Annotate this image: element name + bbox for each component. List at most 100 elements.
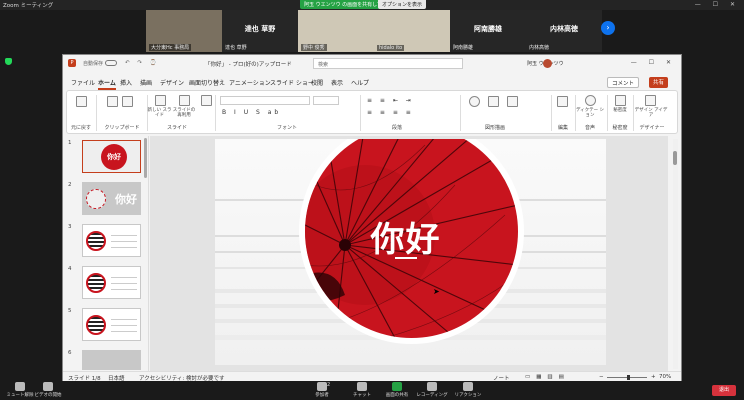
slide-number: 3 [68,224,72,230]
tab-file[interactable]: ファイル [71,78,95,87]
format-painter-icon[interactable] [122,96,133,107]
reuse-slide-button[interactable]: スライドの 再利用 [171,108,197,118]
start-video-button[interactable]: ビデオの開始 [28,382,68,398]
thumbnail-line [111,241,137,242]
sensitivity-icon[interactable] [615,95,626,106]
new-slide-icon[interactable] [155,95,166,106]
avatar[interactable] [543,59,552,68]
participant-label: 達也 草野 [225,45,247,51]
participant-tile[interactable]: 内林高徳 内林高徳 [526,10,602,52]
thumbnail-title: 你好 [107,153,121,161]
search-input[interactable]: 検索 [313,58,463,69]
sensitivity-button[interactable]: 秘密度 [608,108,632,113]
participant-tile[interactable]: 大分東Hc 事務局 [146,10,222,52]
zoom-slider-thumb[interactable] [627,375,630,380]
thumbnail-line [111,325,137,326]
view-buttons[interactable]: ▭▦▥▤ [525,374,570,380]
shapes-icon[interactable] [469,96,480,107]
thumbnail-dotted-circle [86,189,106,209]
slide-thumbnail[interactable]: 你好 [82,140,141,173]
ribbon-divider [96,95,97,131]
align-buttons[interactable]: ≡ ≡ ≡ ≡ [367,109,414,116]
quick-styles-icon[interactable] [507,96,518,107]
font-size-select[interactable] [313,96,339,105]
ppt-window-controls[interactable]: — ☐ ✕ [631,59,676,66]
thumbnail-scrollbar[interactable] [144,138,147,178]
shield-icon [5,58,12,65]
layout-icon[interactable] [201,95,212,106]
tab-view[interactable]: 表示 [331,78,343,87]
tab-draw[interactable]: 描画 [140,78,152,87]
comments-button[interactable]: コメント [607,77,640,88]
ribbon-divider [215,95,216,131]
file-name[interactable]: 「你好」 - プロ(好の)アップロード [205,60,292,68]
clipboard-group-label: クリップボード [104,125,140,131]
autosave-toggle[interactable] [105,60,117,66]
microphone-icon[interactable] [585,95,596,106]
participant-label: hidalo ito [377,45,405,51]
chat-button[interactable]: チャット [342,382,382,398]
arrange-icon[interactable] [488,96,499,107]
next-participants-button[interactable]: › [601,21,615,35]
view-options-button[interactable]: オプションを表示 [378,0,427,9]
participant-tile[interactable]: 野中 俊秀 [298,10,374,52]
scrollbar-thumb[interactable] [673,151,677,165]
slide-number: 1 [68,140,72,146]
participant-name: 内林高徳 [550,25,578,33]
share-button[interactable]: 共有 [649,77,669,88]
font-format-buttons[interactable]: B I U S ab [222,109,281,116]
tab-insert[interactable]: 挿入 [120,78,132,87]
participant-tile[interactable]: 阿南勝雄 阿南勝雄 [450,10,526,52]
tab-help[interactable]: ヘルプ [351,78,369,87]
designer-icon[interactable] [645,95,656,106]
design-ideas-button[interactable]: デザイン アイデア [634,108,668,118]
find-icon[interactable] [557,96,568,107]
participant-tile[interactable]: hidalo ito [374,10,450,52]
autosave-label: 自動保存 [83,61,104,67]
thumbnail-line [111,289,137,290]
chat-label: チャット [353,393,371,398]
dictation-button[interactable]: ディクテー ション [575,108,605,118]
slide-number: 4 [68,266,72,272]
tab-home[interactable]: ホーム [98,78,116,90]
slide-title[interactable]: 你好 [299,212,512,261]
slide-thumbnail[interactable] [82,308,141,341]
paste-icon[interactable] [107,96,118,107]
font-family-select[interactable] [220,96,310,105]
slide-title-box[interactable]: 你好 [299,139,512,332]
editor-scrollbar[interactable] [673,139,678,369]
powerpoint-window: P 自動保存 ↶ ↷ ⌚ 「你好」 - プロ(好の)アップロード 検索 阿玉 ウ… [62,54,682,382]
slide-thumbnail[interactable] [82,266,141,299]
slide-editor[interactable]: 你好 ➤ [150,136,668,371]
zoom-in-button[interactable]: + [651,374,656,380]
new-slide-button[interactable]: 新しい スライド [147,108,172,118]
participants-button[interactable]: 参加者 [302,382,342,398]
slide-thumbnails-pane[interactable]: 1 你好 2 你好 3 4 5 6 [63,136,149,371]
tab-transitions[interactable]: 画面切り替え [189,78,225,87]
participant-tile[interactable]: 達也 草野 達也 草野 [222,10,298,52]
reuse-slide-icon[interactable] [179,95,190,106]
zoom-out-button[interactable]: − [599,374,604,380]
quick-access-toolbar[interactable]: ↶ ↷ ⌚ [125,60,160,66]
tab-animations[interactable]: アニメーション [229,78,271,87]
list-buttons[interactable]: ≡ ≡ ⇤ ⇥ [367,97,414,104]
tab-slideshow[interactable]: スライド ショー [270,78,314,87]
microphone-muted-icon [15,382,25,391]
participants-icon [317,382,327,391]
zoom-level[interactable]: 70% [659,374,671,380]
tab-design[interactable]: デザイン [160,78,184,87]
share-screen-button[interactable]: 画面の共有 [377,382,417,398]
leave-button[interactable]: 退出 [712,385,736,396]
slide-canvas[interactable]: 你好 ➤ [215,139,606,365]
record-button[interactable]: レコーディング [412,382,452,398]
slide-number: 2 [68,182,72,188]
zoom-window-controls[interactable]: — ☐ ✕ [695,1,740,8]
participant-name: 達也 草野 [244,25,276,33]
reactions-button[interactable]: リアクション [448,382,488,398]
undo-icon[interactable] [76,96,87,107]
slide-thumbnail[interactable] [82,350,141,370]
slide-thumbnail[interactable] [82,224,141,257]
tab-review[interactable]: 校閲 [311,78,323,87]
slide-thumbnail[interactable]: 你好 [82,182,141,215]
umbrella-image[interactable]: 你好 [299,139,524,344]
